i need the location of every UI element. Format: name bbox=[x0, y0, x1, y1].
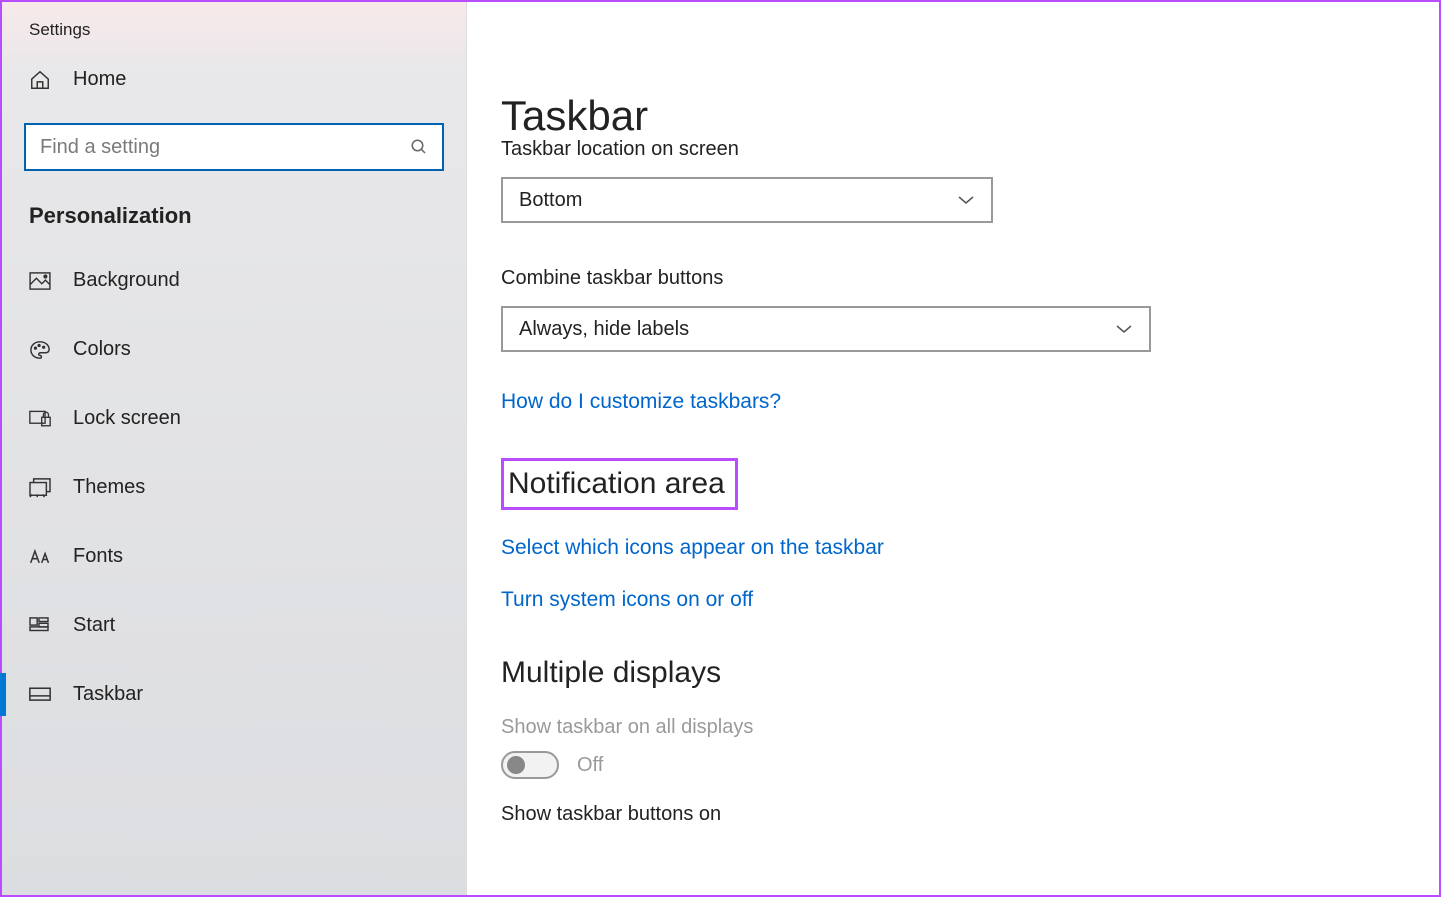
sidebar-item-label: Taskbar bbox=[73, 683, 143, 706]
multiple-displays-heading: Multiple displays bbox=[501, 656, 1439, 690]
search-input-wrap[interactable] bbox=[24, 123, 444, 171]
search-input[interactable] bbox=[40, 136, 410, 159]
sidebar-item-label: Start bbox=[73, 614, 115, 637]
taskbar-icon bbox=[29, 685, 51, 705]
sidebar-item-start[interactable]: Start bbox=[2, 598, 466, 653]
location-dropdown[interactable]: Bottom bbox=[501, 177, 993, 223]
sidebar-item-lockscreen[interactable]: Lock screen bbox=[2, 391, 466, 446]
page-title: Taskbar bbox=[501, 92, 1439, 140]
location-value: Bottom bbox=[519, 189, 582, 212]
search-icon bbox=[410, 138, 428, 156]
show-taskbar-all-toggle[interactable] bbox=[501, 751, 559, 779]
start-icon bbox=[29, 616, 51, 636]
image-icon bbox=[29, 271, 51, 291]
combine-label: Combine taskbar buttons bbox=[501, 267, 1439, 290]
sidebar-item-themes[interactable]: Themes bbox=[2, 460, 466, 515]
sidebar-item-taskbar[interactable]: Taskbar bbox=[2, 667, 466, 722]
notification-heading: Notification area bbox=[508, 467, 725, 501]
sidebar-item-label: Fonts bbox=[73, 545, 123, 568]
app-title: Settings bbox=[2, 2, 466, 54]
sidebar-item-label: Colors bbox=[73, 338, 131, 361]
sidebar-item-background[interactable]: Background bbox=[2, 253, 466, 308]
notification-heading-highlight: Notification area bbox=[501, 458, 738, 510]
fonts-icon bbox=[29, 547, 51, 567]
system-icons-link[interactable]: Turn system icons on or off bbox=[501, 588, 1439, 612]
home-icon bbox=[29, 69, 51, 91]
help-link[interactable]: How do I customize taskbars? bbox=[501, 390, 1439, 414]
sidebar-item-label: Lock screen bbox=[73, 407, 181, 430]
sidebar-item-label: Background bbox=[73, 269, 180, 292]
notif-icons-link[interactable]: Select which icons appear on the taskbar bbox=[501, 536, 1439, 560]
show-taskbar-all-toggle-row: Off bbox=[501, 751, 1439, 779]
location-label: Taskbar location on screen bbox=[501, 138, 1439, 161]
show-taskbar-all-label: Show taskbar on all displays bbox=[501, 716, 1439, 739]
palette-icon bbox=[29, 340, 51, 360]
show-buttons-on-label: Show taskbar buttons on bbox=[501, 803, 1439, 826]
chevron-down-icon bbox=[1115, 324, 1133, 334]
sidebar-item-fonts[interactable]: Fonts bbox=[2, 529, 466, 584]
section-label: Personalization bbox=[2, 203, 466, 253]
sidebar-item-label: Themes bbox=[73, 476, 145, 499]
sidebar-item-colors[interactable]: Colors bbox=[2, 322, 466, 377]
toggle-state-text: Off bbox=[577, 754, 603, 777]
themes-icon bbox=[29, 478, 51, 498]
home-label: Home bbox=[73, 68, 126, 91]
lockscreen-icon bbox=[29, 409, 51, 429]
home-nav[interactable]: Home bbox=[2, 54, 466, 105]
combine-dropdown[interactable]: Always, hide labels bbox=[501, 306, 1151, 352]
sidebar: Settings Home Personalization bbox=[2, 2, 467, 895]
chevron-down-icon bbox=[957, 195, 975, 205]
combine-value: Always, hide labels bbox=[519, 318, 689, 341]
main-content: Taskbar Taskbar location on screen Botto… bbox=[467, 2, 1439, 895]
